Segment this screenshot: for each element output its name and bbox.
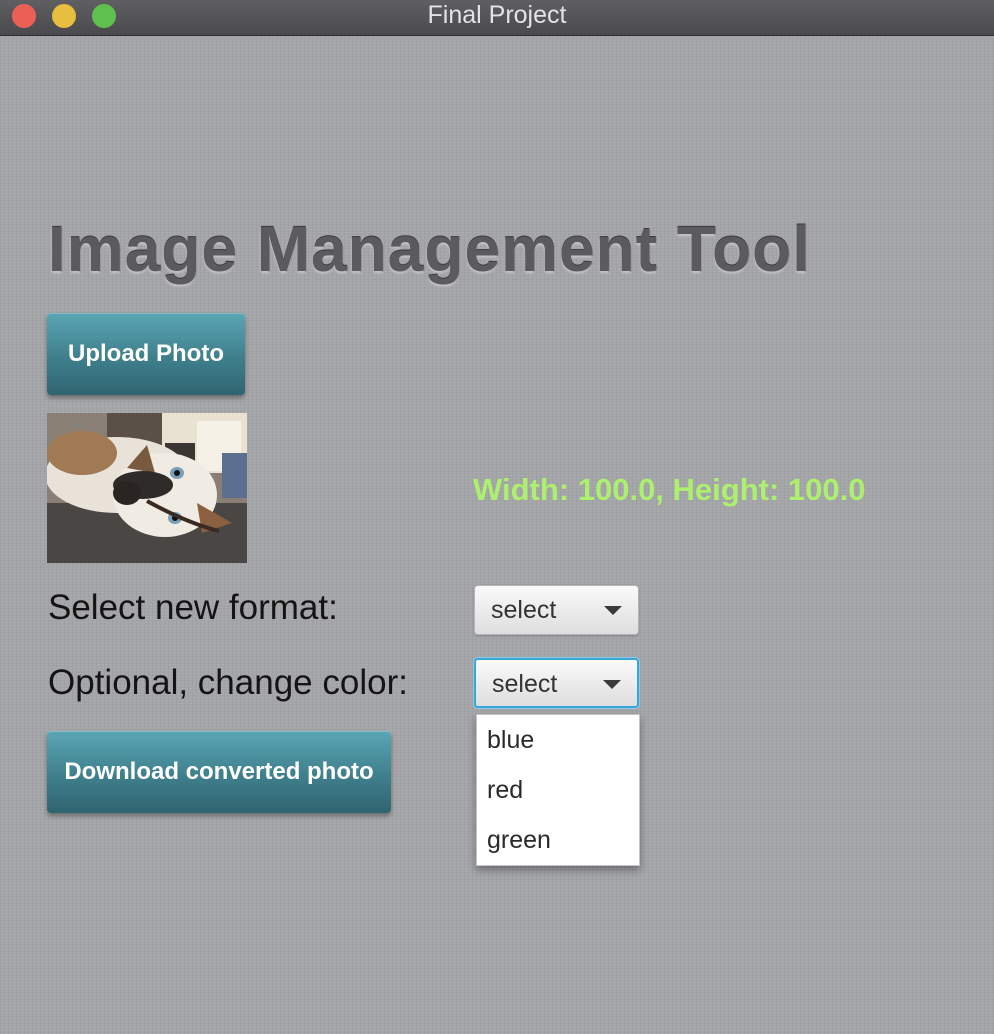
chevron-down-icon (603, 680, 621, 689)
page-title: Image Management Tool (48, 213, 812, 285)
color-dropdown-list: blue red green (476, 714, 640, 866)
title-bar[interactable]: Final Project (0, 0, 994, 36)
color-option-red[interactable]: red (477, 765, 639, 815)
photo-preview (47, 413, 247, 563)
color-select[interactable]: select (474, 658, 639, 708)
format-select-value: select (491, 596, 557, 624)
image-dimensions-text: Width: 100.0, Height: 100.0 (473, 472, 866, 507)
color-label: Optional, change color: (48, 663, 408, 702)
chevron-down-icon (604, 606, 622, 615)
format-label: Select new format: (48, 588, 338, 627)
color-select-value: select (492, 670, 558, 698)
window-title: Final Project (427, 1, 567, 29)
dog-photo-icon (47, 413, 247, 563)
download-converted-photo-button[interactable]: Download converted photo (47, 731, 391, 813)
format-select[interactable]: select (474, 585, 639, 635)
upload-photo-button[interactable]: Upload Photo (47, 313, 245, 395)
app-window: Final Project Image Management Tool Uplo… (0, 0, 994, 1034)
color-option-green[interactable]: green (477, 815, 639, 865)
color-option-blue[interactable]: blue (477, 715, 639, 765)
